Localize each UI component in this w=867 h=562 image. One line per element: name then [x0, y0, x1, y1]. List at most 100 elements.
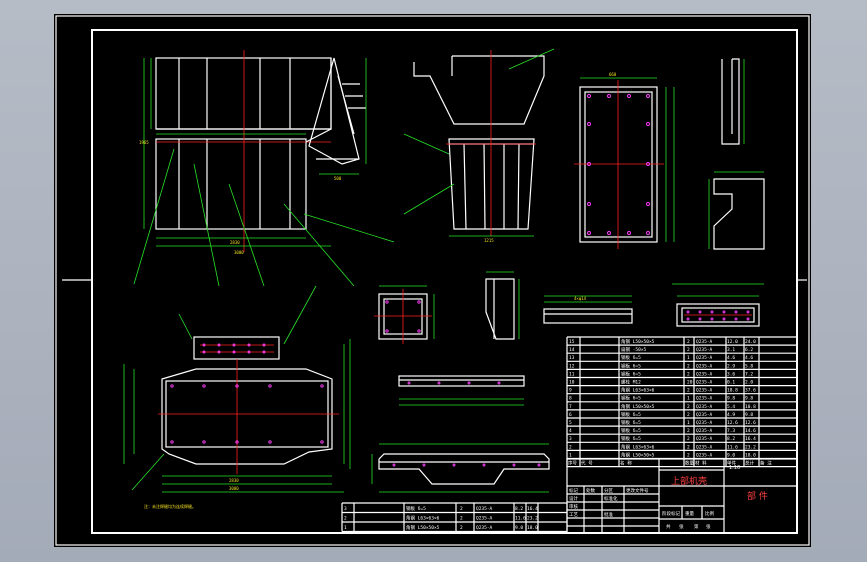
bom-row-qty: 2 — [687, 412, 690, 418]
section-e — [485, 271, 520, 340]
strip-cell-mat: Q235-A — [476, 525, 493, 531]
bom-row-unit-weight: 7.3 — [727, 428, 735, 434]
bom-row-unit-weight: 12.6 — [727, 420, 738, 426]
bom-row-material: Q235-A — [696, 339, 713, 345]
strip-cell-no: 2 — [344, 516, 347, 522]
cad-viewport[interactable]: 2830 3000 1965 500 1215 660 4×φ14 2830 3… — [0, 0, 867, 562]
bom-row-total-weight: 10.8 — [745, 404, 756, 410]
bom-row-no: 5 — [569, 420, 572, 426]
drawing-sheet[interactable]: 2830 3000 1965 500 1215 660 4×φ14 2830 3… — [54, 14, 811, 547]
bom-row-no: 11 — [569, 371, 575, 377]
bom-row-total-weight: 23.2 — [745, 444, 756, 450]
rail-view-2 — [371, 443, 550, 493]
bom-row-total-weight: 6.2 — [745, 347, 753, 353]
bom-row-name: 角钢 L50×50×5 — [621, 338, 655, 345]
bom-row-unit-weight: 8.2 — [727, 436, 735, 442]
svg-text:3000: 3000 — [229, 486, 239, 491]
bom-row-no: 4 — [569, 428, 572, 434]
bom-row-unit-weight: 0.1 — [727, 380, 735, 386]
section-cc — [374, 285, 435, 344]
strip-cell-name: 钢板 δ=5 — [406, 505, 426, 512]
bom-row-unit-weight: 11.6 — [727, 444, 738, 450]
bom-header-cell: 材 料 — [695, 460, 707, 467]
strip-cell-qty: 2 — [460, 525, 463, 531]
strip-cell-no: 3 — [344, 506, 347, 512]
bom-row-name: 角钢 L63×63×6 — [621, 443, 655, 450]
bottom-parts-strip: 3 钢板 δ=5 2 Q235-A 8.2 16.4 2 角钢 L63×63×6 2 Q235-A… — [341, 502, 568, 533]
bom-row-total-weight: 12.6 — [745, 420, 756, 426]
bom-row-no: 15 — [569, 339, 575, 345]
bom-row-no: 3 — [569, 436, 572, 442]
strip-cell-name: 角钢 L63×63×6 — [406, 515, 440, 522]
bom-row-material: Q235-A — [696, 420, 713, 426]
bom-row-qty: 2 — [687, 371, 690, 377]
bom-row-qty: 20 — [687, 380, 693, 386]
bom-row-name: 螺栓 M12 — [621, 379, 641, 386]
bom-row-no: 13 — [569, 355, 575, 361]
bom-row-name: 钢板 δ=5 — [621, 411, 641, 418]
bom-row-unit-weight: 5.4 — [727, 404, 735, 410]
bom-row-total-weight: 24.0 — [745, 339, 756, 345]
bom-row-material: Q235-A — [696, 452, 713, 458]
bom-row-qty: 2 — [687, 347, 690, 353]
strip-cell-mat: Q235-A — [476, 516, 493, 522]
bom-row-unit-weight: 2.9 — [727, 363, 735, 369]
bom-row-name: 钢板 δ=5 — [621, 419, 641, 426]
bom-row-no: 9 — [569, 388, 572, 394]
bom-row-name: 钢板 δ=5 — [621, 395, 641, 402]
tb-doc: 更改文件号 — [626, 487, 649, 494]
bom-row-qty: 2 — [687, 363, 690, 369]
bom-row-qty: 2 — [687, 404, 690, 410]
bom-row-unit-weight: 9.0 — [727, 452, 735, 458]
side-view: 1215 — [403, 48, 555, 243]
bom-row-qty: 1 — [687, 396, 690, 402]
bom-row-total-weight: 16.4 — [745, 436, 756, 442]
bom-row-no: 12 — [569, 363, 575, 369]
note-text: 注：未注焊缝均为连续焊缝。 — [144, 503, 196, 509]
svg-text:2830: 2830 — [229, 478, 239, 483]
bom-row-material: Q235-A — [696, 412, 713, 418]
rail-view-1 — [398, 375, 525, 406]
bom-row-material: Q235-A — [696, 436, 713, 442]
bom-row-name: 钢板 δ=5 — [621, 362, 641, 369]
bom-header-cell: 代 号 — [581, 460, 593, 467]
bom-row-qty: 2 — [687, 436, 690, 442]
plan-view: 2830 3000 注：未注焊缝均为连续焊缝。 — [123, 285, 351, 509]
strip-cell-w2: 23.2 — [527, 516, 538, 522]
bom-row-total-weight: 4.6 — [745, 355, 753, 361]
svg-text:3000: 3000 — [234, 250, 244, 255]
bom-row-qty: 2 — [687, 388, 690, 394]
bom-row-total-weight: 9.8 — [745, 396, 753, 402]
bom-row-name: 扁钢 -50×5 — [621, 346, 647, 353]
bom-row-no: 10 — [569, 380, 575, 386]
bom-row-unit-weight: 18.8 — [727, 388, 738, 394]
bom-row-total-weight: 18.0 — [745, 452, 756, 458]
flange-section-right — [672, 283, 764, 327]
tb-total: 共 — [666, 523, 671, 530]
tb-craft: 工艺 — [569, 512, 578, 518]
bom-row-qty: 2 — [687, 339, 690, 345]
bom-row-qty: 2 — [687, 428, 690, 434]
bom-row-no: 2 — [569, 444, 572, 450]
bom-row-no: 1 — [569, 452, 572, 458]
strip-cell-w1: 11.6 — [515, 516, 526, 522]
bom-row-total-weight: 7.2 — [745, 371, 753, 377]
detail-d — [708, 58, 765, 250]
tb-mark: 标记 — [569, 487, 578, 494]
bom-header-cell: 名 称 — [620, 460, 632, 467]
strip-cell-w1: 9.0 — [515, 525, 523, 531]
bom-row-material: Q235-A — [696, 355, 713, 361]
bom-row-material: Q235-A — [696, 396, 713, 402]
bom-row-material: Q235-A — [696, 404, 713, 410]
bom-row-unit-weight: 12.0 — [727, 339, 738, 345]
bom-row-qty: 1 — [687, 420, 690, 426]
bom-row-material: Q235-A — [696, 388, 713, 394]
bom-row-total-weight: 9.8 — [745, 412, 753, 418]
tb-review: 审核 — [569, 503, 578, 510]
bom-row-material: Q235-A — [696, 363, 713, 369]
bom-row-material: Q235-A — [696, 347, 713, 353]
tb-sheets: 张 — [679, 523, 684, 530]
bom-row-no: 6 — [569, 412, 572, 418]
bom-row-total-weight: 2.0 — [745, 380, 753, 386]
bom-row-name: 钢板 δ=5 — [621, 354, 641, 361]
